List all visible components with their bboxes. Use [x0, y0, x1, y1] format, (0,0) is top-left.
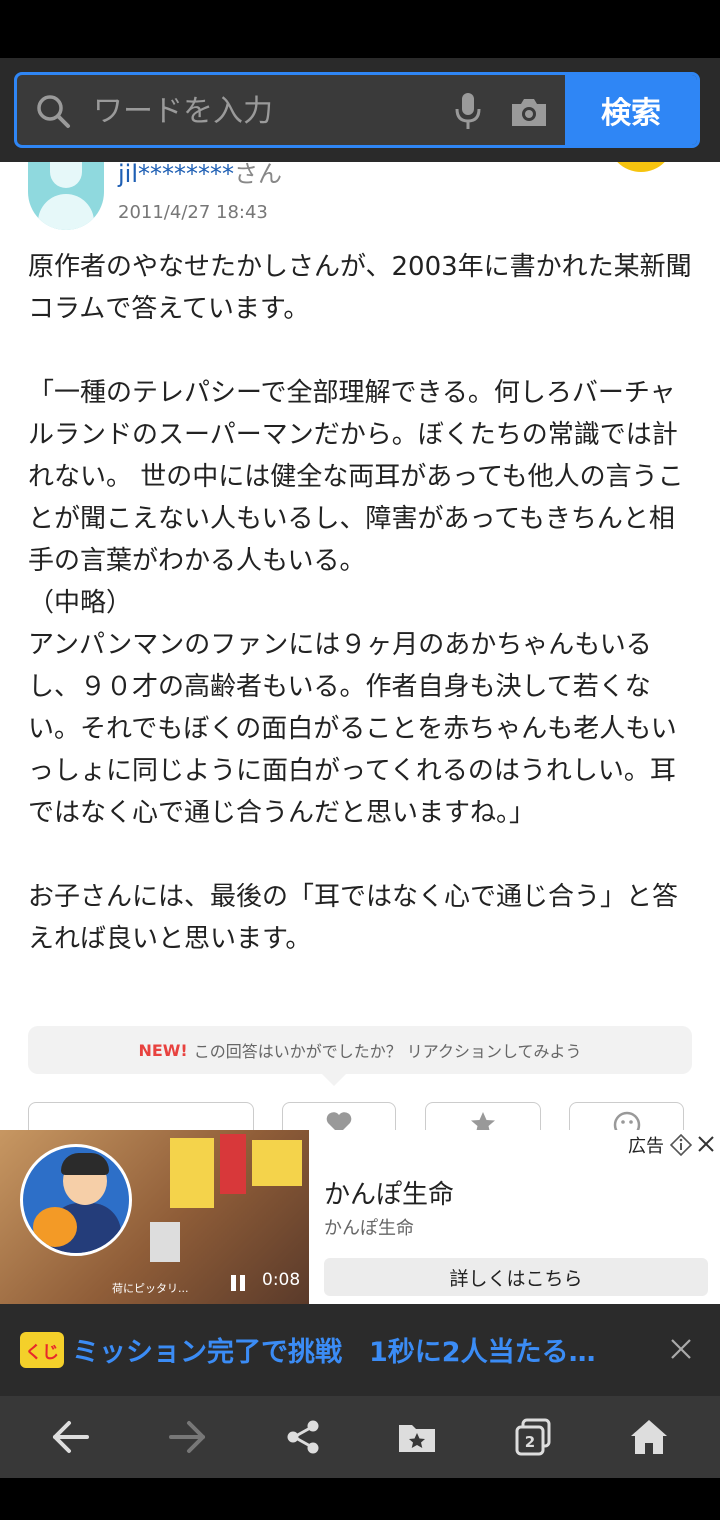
answer-section: jil********さん 2011/4/27 18:43 原作者のやなせたかし… [0, 162, 720, 1130]
forward-button[interactable] [164, 1414, 210, 1460]
video-caption: 荷にピッタリ... [112, 1282, 189, 1295]
search-input[interactable] [93, 89, 423, 133]
home-button[interactable] [626, 1414, 672, 1460]
home-icon [631, 1420, 667, 1454]
camera-icon[interactable] [509, 95, 549, 129]
emoji-reaction-button[interactable] [569, 1102, 684, 1130]
promo-banner[interactable]: くじ ミッション完了で挑戦 1秒に2人当たる… [0, 1304, 720, 1396]
reaction-prompt: NEW! この回答はいかがでしたか？ リアクションしてみよう [28, 1026, 692, 1074]
microphone-icon[interactable] [453, 91, 483, 131]
back-button[interactable] [48, 1414, 94, 1460]
decorative-badge [608, 162, 674, 172]
ad-title[interactable]: かんぽ生命 [324, 1174, 454, 1211]
status-bar [0, 0, 720, 58]
star-icon [471, 1112, 495, 1130]
ad-cta-button[interactable]: 詳しくはこちら [324, 1258, 708, 1296]
like-button[interactable] [282, 1102, 396, 1130]
tabs-button[interactable]: 2 [510, 1414, 556, 1460]
bubble-tail [322, 1074, 346, 1086]
share-button[interactable] [280, 1414, 326, 1460]
search-header: 検索 [0, 58, 720, 162]
avatar[interactable] [28, 162, 104, 230]
bookmarks-button[interactable] [394, 1414, 440, 1460]
search-icon [37, 95, 70, 128]
share-icon [287, 1420, 319, 1454]
arrow-right-icon [169, 1421, 205, 1453]
tabs-icon: 2 [515, 1418, 551, 1456]
reaction-prompt-text: この回答はいかがでしたか？ リアクションしてみよう [193, 1042, 582, 1061]
video-time: 0:08 [262, 1270, 301, 1290]
agree-button[interactable] [28, 1102, 254, 1130]
arrow-left-icon [53, 1421, 89, 1453]
heart-icon [326, 1112, 352, 1130]
ad-video[interactable]: 荷にピッタリ... 0:08 [0, 1130, 309, 1304]
pause-icon[interactable] [230, 1274, 246, 1292]
ad-close-icon[interactable] [697, 1135, 715, 1153]
kuji-logo-text: くじ [25, 1342, 59, 1363]
ad-unit[interactable]: 荷にピッタリ... 0:08 広告 かんぽ生命 かんぽ生命 詳しくはこちら [0, 1130, 720, 1304]
ad-info-icon[interactable] [670, 1134, 692, 1156]
ad-label: 広告 [628, 1136, 664, 1157]
search-box[interactable]: 検索 [14, 72, 700, 148]
banner-text[interactable]: ミッション完了で挑戦 1秒に2人当たる… [72, 1330, 596, 1369]
answer-body: 原作者のやなせたかしさんが、2003年に書かれた某新聞コラムで答えています。 「… [28, 252, 692, 954]
mascot-image [20, 1144, 132, 1256]
ad-advertiser: かんぽ生命 [324, 1218, 414, 1239]
system-nav-bar [0, 1478, 720, 1520]
banner-close-icon[interactable] [670, 1338, 692, 1360]
username[interactable]: jil********さん [118, 162, 282, 189]
username-text[interactable]: jil******** [118, 162, 234, 188]
favorite-button[interactable] [425, 1102, 541, 1130]
username-suffix: さん [234, 162, 283, 188]
bottom-nav: 2 [0, 1396, 720, 1478]
search-button[interactable]: 検索 [565, 75, 697, 145]
kuji-logo: くじ [20, 1332, 64, 1368]
bookmark-folder-icon [399, 1425, 435, 1452]
new-badge: NEW! [138, 1040, 188, 1060]
post-date: 2011/4/27 18:43 [118, 202, 268, 223]
tab-count: 2 [525, 1433, 535, 1451]
smiley-icon [613, 1111, 640, 1130]
